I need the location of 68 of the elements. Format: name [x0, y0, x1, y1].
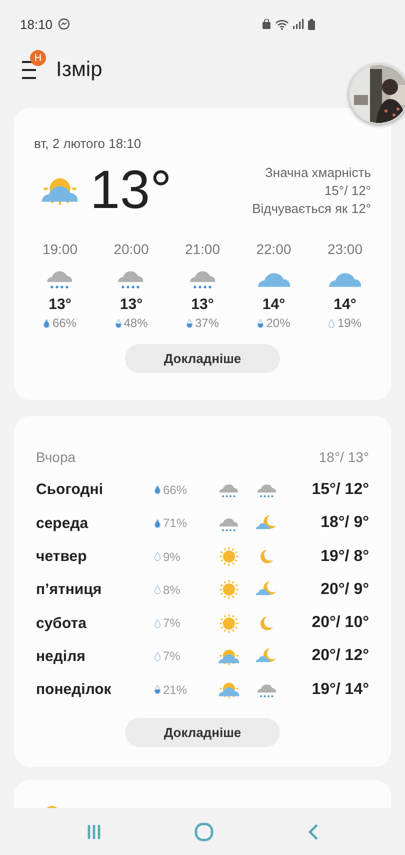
hour-label: 21:00: [184, 241, 220, 257]
feels-like-text: Відчувається як 12°: [252, 200, 371, 216]
lock-icon: [262, 19, 271, 29]
recent-apps-icon[interactable]: [86, 824, 100, 840]
temperature-range: 20°/ 10°: [312, 614, 369, 632]
notification-badge: Н: [30, 50, 46, 66]
raindrop-icon: [154, 518, 161, 528]
day-name: Сьогодні: [36, 481, 104, 498]
messenger-icon: [58, 18, 70, 30]
precipitation-chance: 20%: [266, 316, 290, 330]
raindrop-icon: [154, 552, 161, 562]
day-name: п’ятниця: [36, 581, 103, 598]
raindrop-icon: [43, 318, 50, 328]
hour-temperature: 13°: [48, 296, 72, 313]
current-temperature: 13°: [90, 163, 172, 217]
temperature-range: 20°/ 12°: [312, 647, 369, 666]
precipitation-chance: 19%: [337, 316, 362, 330]
hour-temperature: 13°: [191, 296, 214, 313]
hour-label: 19:00: [42, 241, 78, 257]
city-name: Ізмір: [56, 58, 102, 82]
hour-label: 22:00: [256, 241, 292, 257]
precipitation-chance: 37%: [194, 316, 220, 330]
hour-temperature: 13°: [120, 296, 143, 313]
signal-icon: [293, 19, 304, 29]
precipitation-chance: 21%: [163, 682, 188, 697]
temperature-range: 15°/ 12°: [312, 480, 369, 499]
temperature-range: 20°/ 9°: [320, 580, 369, 599]
day-name: четвер: [36, 548, 88, 566]
raindrop-icon: [328, 318, 336, 328]
temperature-range: 18°/ 9°: [320, 514, 369, 532]
hour-label: 20:00: [114, 241, 149, 257]
precipitation-chance: 66%: [52, 316, 77, 330]
raindrop-icon: [257, 318, 264, 328]
precipitation-chance: 9%: [163, 550, 180, 564]
hour-temperature: 14°: [262, 296, 286, 313]
precipitation-chance: 7%: [163, 616, 180, 630]
raindrop-icon: [186, 318, 193, 328]
home-icon[interactable]: [194, 822, 214, 842]
details-button[interactable]: Докладніше: [125, 344, 280, 373]
raindrop-icon: [154, 618, 161, 628]
precipitation-chance: 7%: [163, 649, 180, 664]
details-button[interactable]: Докладніше: [125, 718, 280, 748]
precipitation-chance: 48%: [124, 316, 148, 330]
temperature-range: 19°/ 14°: [312, 680, 369, 699]
precipitation-chance: 66%: [163, 482, 188, 497]
day-name: неділя: [36, 648, 86, 665]
yesterday-temperatures: 18°/ 13°: [318, 448, 369, 465]
date-time: вт, 2 лютого 18:10: [34, 136, 142, 151]
temperature-range: 15°/ 12°: [324, 182, 371, 198]
wifi-icon: [275, 18, 289, 30]
day-name: субота: [36, 614, 88, 632]
day-name: середа: [36, 514, 90, 532]
precipitation-chance: 71%: [163, 516, 188, 530]
temperature-range: 19°/ 8°: [320, 548, 369, 566]
day-name: понеділок: [36, 681, 112, 698]
clock-time: 18:10: [20, 16, 53, 32]
hour-temperature: 14°: [334, 296, 356, 313]
condition-text: Значна хмарність: [265, 164, 371, 180]
raindrop-icon: [154, 685, 161, 694]
yesterday-label: Вчора: [36, 448, 76, 465]
hour-label: 23:00: [327, 241, 363, 257]
raindrop-icon: [154, 585, 161, 594]
precipitation-chance: 8%: [163, 582, 180, 597]
battery-icon: [308, 18, 315, 30]
back-icon[interactable]: [306, 822, 318, 840]
raindrop-icon: [114, 318, 122, 328]
raindrop-icon: [154, 485, 161, 494]
raindrop-icon: [154, 652, 161, 661]
